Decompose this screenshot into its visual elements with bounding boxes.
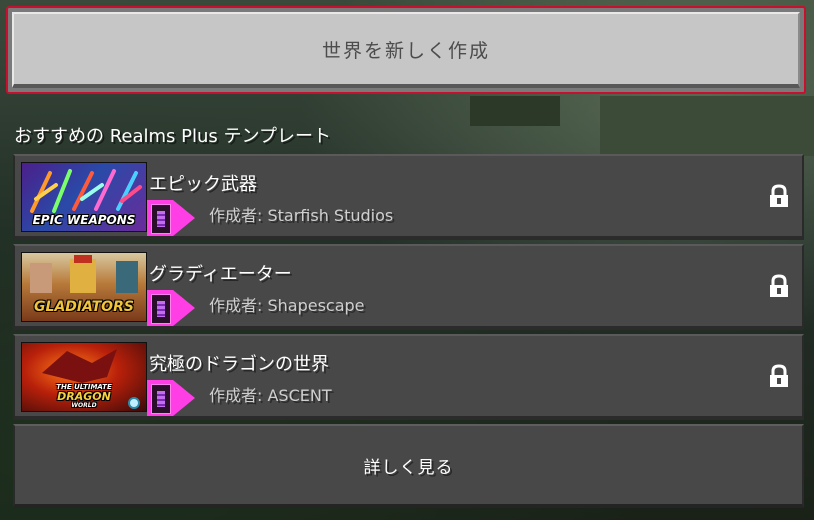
create-new-world-button[interactable]: 世界を新しく作成 <box>6 6 806 94</box>
lock-icon <box>770 364 788 387</box>
dragon-world-thumbnail: THE ULTIMATE DRAGON WORLD <box>21 342 147 412</box>
realms-plus-badge-icon <box>147 380 197 416</box>
template-author: 作成者: Starfish Studios <box>209 206 394 225</box>
epic-weapons-thumbnail: EPIC WEAPONS <box>21 162 147 232</box>
lock-icon <box>770 274 788 297</box>
template-title: 究極のドラゴンの世界 <box>149 354 329 375</box>
template-title: エピック武器 <box>149 174 257 195</box>
thumbnail-caption-line: WORLD <box>71 402 97 409</box>
gladiators-thumbnail: GLADIATORS <box>21 252 147 322</box>
background-block <box>470 96 560 126</box>
thumbnail-caption: GLADIATORS <box>34 299 134 315</box>
template-author: 作成者: Shapescape <box>209 296 365 315</box>
create-new-world-label: 世界を新しく作成 <box>12 12 800 88</box>
template-item-gladiators[interactable]: GLADIATORS グラディエーター 作成者: Shapescape <box>13 244 804 330</box>
background-block <box>600 96 814 156</box>
thumbnail-caption: EPIC WEAPONS <box>32 213 136 227</box>
realms-plus-badge-icon <box>147 290 197 326</box>
template-item-ultimate-dragon-world[interactable]: THE ULTIMATE DRAGON WORLD 究極のドラゴンの世界 作成者… <box>13 334 804 420</box>
lock-icon <box>770 184 788 207</box>
see-more-button[interactable]: 詳しく見る <box>13 424 804 508</box>
section-title: おすすめの Realms Plus テンプレート <box>14 126 331 147</box>
realms-plus-badge-icon <box>147 200 197 236</box>
template-title: グラディエーター <box>149 264 292 285</box>
see-more-label: 詳しく見る <box>363 457 454 478</box>
template-item-epic-weapons[interactable]: EPIC WEAPONS エピック武器 作成者: Starfish Studio… <box>13 154 804 240</box>
template-author: 作成者: ASCENT <box>209 386 332 405</box>
